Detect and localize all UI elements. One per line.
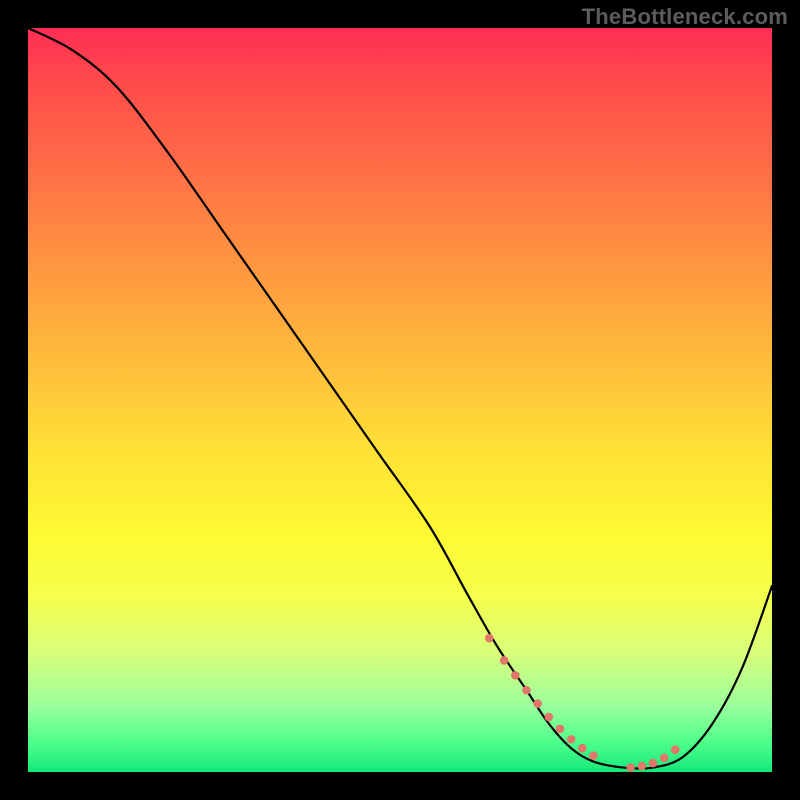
valley-dot xyxy=(556,725,565,734)
valley-dot xyxy=(578,744,587,753)
valley-dot xyxy=(649,759,658,768)
valley-dot xyxy=(567,735,576,744)
curve-line xyxy=(28,28,772,769)
valley-dot xyxy=(660,754,669,763)
valley-dot xyxy=(589,751,598,760)
valley-dot xyxy=(485,634,494,643)
valley-dot xyxy=(545,713,554,722)
valley-dot xyxy=(522,686,531,695)
valley-dots xyxy=(485,634,680,772)
valley-dot xyxy=(533,699,542,708)
valley-dot xyxy=(511,671,520,680)
chart-container: TheBottleneck.com xyxy=(0,0,800,800)
valley-dot xyxy=(500,656,509,665)
watermark-text: TheBottleneck.com xyxy=(582,4,788,30)
valley-dot xyxy=(671,745,680,754)
valley-dot xyxy=(638,762,647,771)
plot-area xyxy=(28,28,772,772)
line-curve xyxy=(28,28,772,772)
valley-dot xyxy=(626,763,635,772)
